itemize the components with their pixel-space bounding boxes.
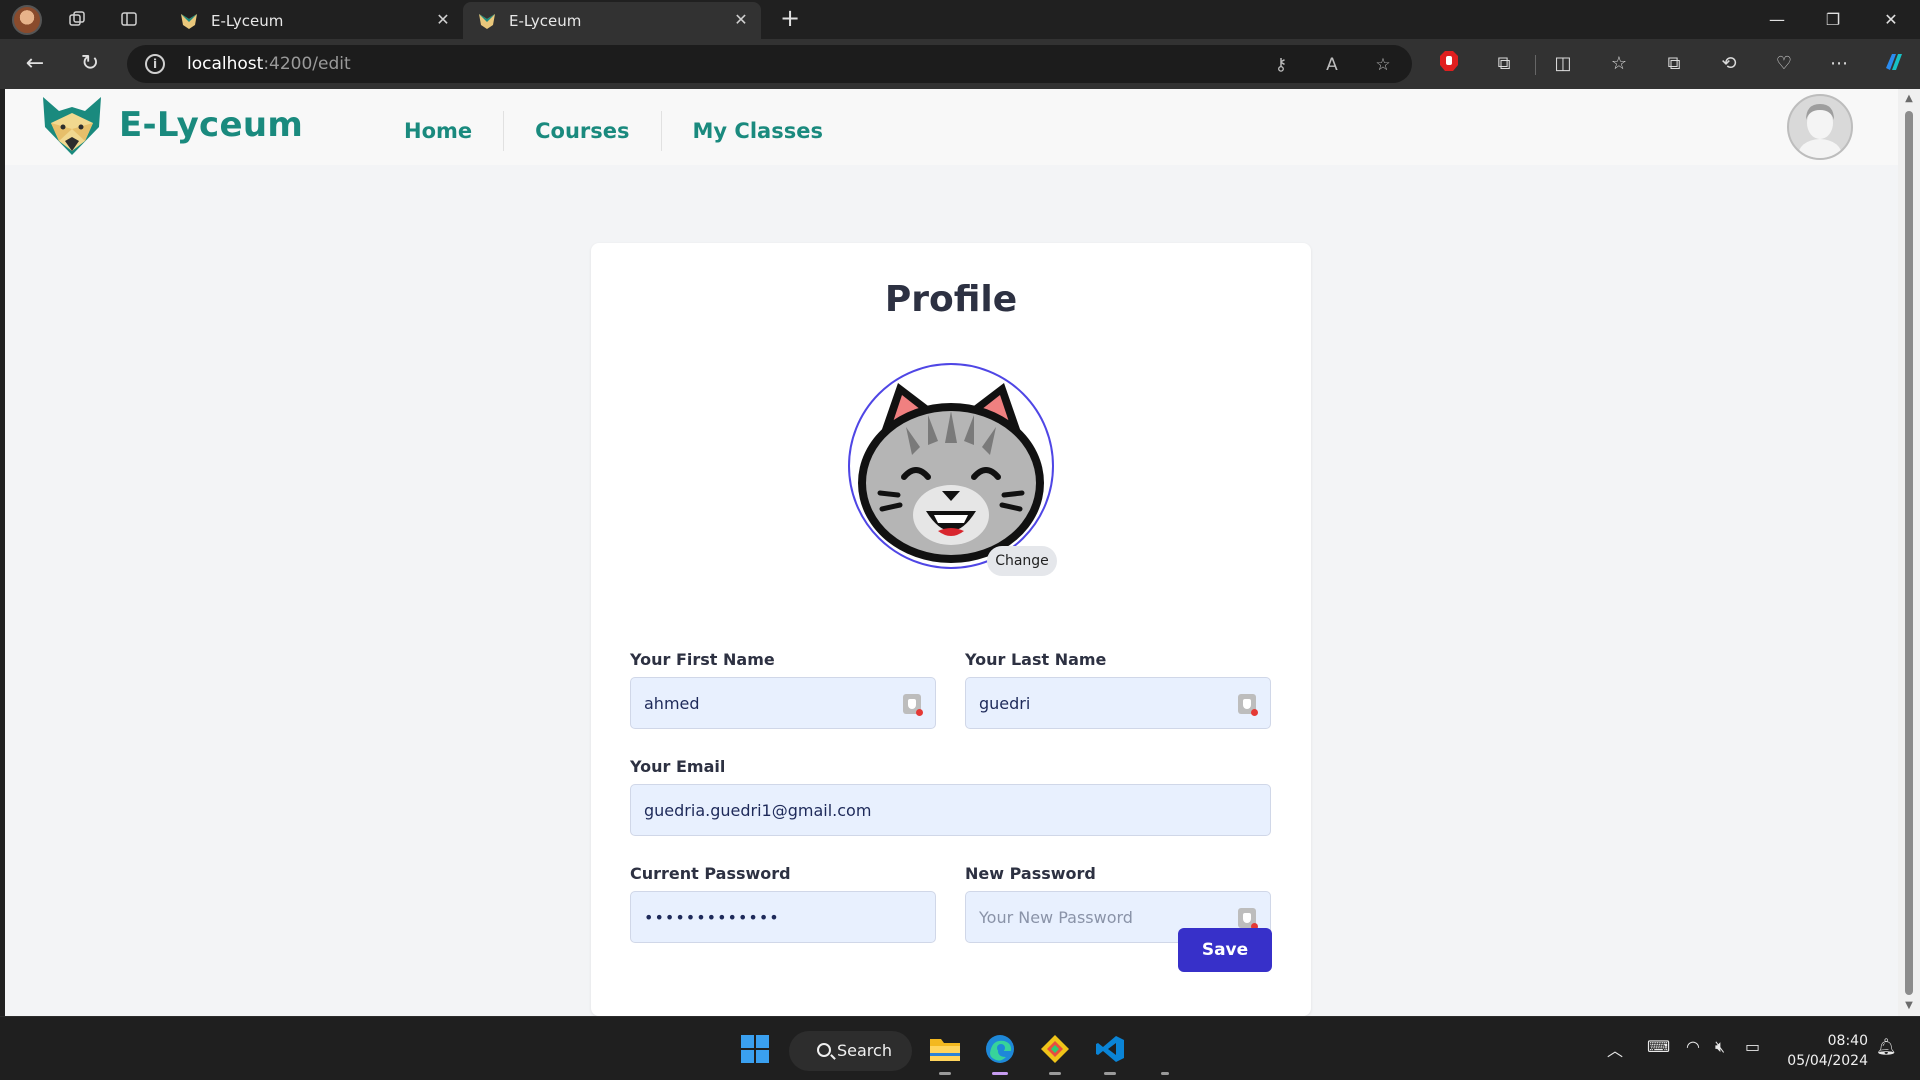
first-name-field[interactable]: ahmed: [630, 677, 936, 729]
nav-courses[interactable]: Courses: [504, 111, 660, 151]
profile-card: Profile Change Your First Name ahmed You…: [591, 243, 1311, 1016]
vertical-tabs-icon[interactable]: [114, 4, 144, 34]
scroll-down-icon[interactable]: ▼: [1903, 1000, 1915, 1012]
first-name-label: Your First Name: [630, 650, 775, 669]
email-value: guedria.guedri1@gmail.com: [644, 801, 872, 820]
close-window-button[interactable]: ✕: [1868, 0, 1914, 39]
git-kraken-icon[interactable]: [1035, 1029, 1075, 1075]
extensions-puzzle-icon[interactable]: ⧉: [1490, 50, 1518, 78]
current-password-label: Current Password: [630, 864, 791, 883]
email-label: Your Email: [630, 757, 726, 776]
collections-icon[interactable]: ⧉: [1660, 50, 1688, 78]
history-icon[interactable]: ⟲: [1715, 50, 1743, 78]
profile-photo: [848, 363, 1054, 569]
tab-title: E-Lyceum: [211, 11, 284, 30]
windows-taskbar: Search ︿ ⌨ ◠ 🔇︎ ▭ 08:40 05/04/2024 🔔︎: [0, 1016, 1920, 1080]
browser-tab-1[interactable]: E-Lyceum ✕: [165, 2, 463, 39]
main-nav: Home Courses My Classes: [373, 111, 854, 151]
cat-avatar-icon: [858, 383, 1044, 563]
site-header: E-Lyceum Home Courses My Classes: [5, 89, 1898, 165]
current-password-value: •••••••••••••: [644, 908, 780, 927]
workspaces-icon[interactable]: [62, 4, 92, 34]
show-hidden-icons-icon[interactable]: ︿: [1607, 1037, 1623, 1061]
page-scrollbar[interactable]: ▲ ▼: [1898, 89, 1920, 1016]
elyceum-favicon-icon: [479, 13, 495, 29]
nav-home[interactable]: Home: [373, 111, 503, 151]
refresh-icon[interactable]: ↻: [75, 49, 105, 79]
last-name-field[interactable]: guedri: [965, 677, 1271, 729]
browser-profile-avatar[interactable]: [12, 5, 42, 35]
browser-essentials-icon[interactable]: ♡: [1770, 50, 1798, 78]
wifi-icon[interactable]: ◠: [1686, 1037, 1700, 1056]
url-text: localhost:4200/edit: [187, 54, 351, 74]
minimize-button[interactable]: —: [1754, 0, 1800, 39]
tab-title: E-Lyceum: [509, 11, 582, 30]
current-password-field[interactable]: •••••••••••••: [630, 891, 936, 943]
browser-toolbar: ← ↻ i localhost:4200/edit ⚷ A ☆ ⧉ ◫ ☆ ⧉ …: [0, 39, 1920, 89]
keyboard-icon[interactable]: ⌨: [1647, 1037, 1670, 1056]
email-field[interactable]: guedria.guedri1@gmail.com: [630, 784, 1271, 836]
close-tab-icon[interactable]: ✕: [731, 10, 751, 30]
copilot-icon[interactable]: [1880, 50, 1908, 78]
first-name-value: ahmed: [644, 694, 700, 713]
start-windows-icon[interactable]: [735, 1029, 775, 1069]
browser-tab-2[interactable]: E-Lyceum ✕: [463, 2, 761, 39]
new-password-placeholder: Your New Password: [979, 908, 1133, 927]
edge-browser-icon[interactable]: [980, 1029, 1020, 1075]
restore-button[interactable]: ❐: [1810, 0, 1856, 39]
change-photo-button[interactable]: Change: [987, 546, 1057, 576]
last-name-label: Your Last Name: [965, 650, 1107, 669]
back-arrow-icon[interactable]: ←: [20, 49, 50, 79]
default-user-icon: [1797, 104, 1843, 158]
user-avatar[interactable]: [1787, 94, 1853, 160]
nav-my-classes[interactable]: My Classes: [662, 111, 854, 151]
split-screen-icon[interactable]: ◫: [1549, 50, 1577, 78]
password-manager-icon[interactable]: [1238, 908, 1258, 930]
search-icon: [817, 1043, 831, 1057]
favorites-icon[interactable]: ☆: [1605, 50, 1633, 78]
browser-tab-bar: E-Lyceum ✕ E-Lyceum ✕ + — ❐ ✕: [0, 0, 1920, 39]
page-title: Profile: [884, 279, 1018, 320]
password-manager-icon[interactable]: [903, 694, 923, 716]
save-button[interactable]: Save: [1178, 928, 1272, 972]
scrollbar-thumb[interactable]: [1905, 111, 1913, 995]
fox-logo-icon[interactable]: [39, 93, 105, 159]
address-bar[interactable]: i localhost:4200/edit ⚷ A ☆: [127, 45, 1412, 83]
password-manager-icon[interactable]: [1238, 694, 1258, 716]
last-name-value: guedri: [979, 694, 1031, 713]
volume-muted-icon[interactable]: 🔇︎: [1715, 1037, 1725, 1057]
vscode-icon[interactable]: [1090, 1029, 1130, 1075]
brand-name[interactable]: E-Lyceum: [119, 105, 303, 145]
more-menu-icon[interactable]: ⋯: [1825, 50, 1853, 78]
read-aloud-icon[interactable]: A: [1321, 54, 1343, 76]
file-explorer-icon[interactable]: [925, 1029, 965, 1075]
taskbar-app-placeholder[interactable]: [1145, 1029, 1185, 1075]
close-tab-icon[interactable]: ✕: [433, 10, 453, 30]
password-key-icon[interactable]: ⚷: [1270, 54, 1292, 76]
adblock-extension-icon[interactable]: [1435, 50, 1463, 78]
new-tab-button[interactable]: +: [775, 4, 805, 34]
new-password-label: New Password: [965, 864, 1096, 883]
page-viewport: E-Lyceum Home Courses My Classes Profile: [5, 89, 1898, 1016]
scroll-up-icon[interactable]: ▲: [1903, 93, 1915, 105]
favorite-star-icon[interactable]: ☆: [1372, 54, 1394, 76]
site-info-icon[interactable]: i: [145, 54, 165, 74]
elyceum-favicon-icon: [181, 13, 197, 29]
system-clock[interactable]: 08:40 05/04/2024: [1786, 1031, 1868, 1071]
notifications-bell-icon[interactable]: 🔔︎: [1876, 1037, 1896, 1056]
battery-icon[interactable]: ▭: [1745, 1037, 1760, 1056]
taskbar-search-button[interactable]: Search: [789, 1031, 912, 1071]
